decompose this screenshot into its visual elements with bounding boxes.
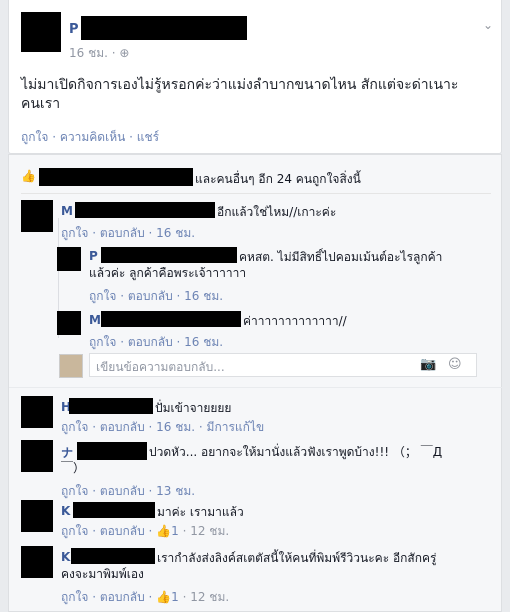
redacted-name xyxy=(101,311,241,327)
avatar[interactable] xyxy=(57,311,81,335)
avatar[interactable] xyxy=(21,396,53,428)
comment-author[interactable]: K xyxy=(61,550,70,564)
comment-actions[interactable]: ถูกใจ · ตอบกลับ · 👍1 · 12 ชม. xyxy=(61,522,229,541)
redacted-name xyxy=(75,202,215,218)
avatar[interactable] xyxy=(21,546,53,578)
comment-text: มาค่ะ เรามาแล้ว xyxy=(157,505,244,519)
avatar[interactable] xyxy=(21,200,53,232)
redacted-name xyxy=(71,548,155,564)
comment-text-continued: แล้วค่ะ ลูกค้าคือพระเจ้าาาาาา xyxy=(89,266,247,280)
comment-author[interactable]: M xyxy=(89,313,101,327)
comment-text: อีกแล้วใช่ไหม//เกาะค่ะ xyxy=(217,205,337,219)
comment-actions[interactable]: ถูกใจ · ตอบกลับ · 👍1 · 12 ชม. xyxy=(61,588,229,607)
comment-author[interactable]: ナ xyxy=(61,444,73,461)
comment-text: ค่าาาาาาาาาาาาา// xyxy=(243,314,347,328)
comments-section: 👍 และคนอื่นๆ อีก 24 คนถูกใจสิ่งนี้ M อีก… xyxy=(8,154,503,612)
redacted-name xyxy=(77,442,147,460)
reply-placeholder: เขียนข้อความตอบกลับ... xyxy=(96,360,225,374)
like-count-icon: 👍 xyxy=(156,590,172,604)
redacted-name xyxy=(101,247,237,263)
comment-text: คหสต. ไม่มีสิทธิ์ไปคอมเม้นต์อะไรลูกค้า xyxy=(239,250,443,264)
redacted-name xyxy=(69,398,153,414)
chevron-down-icon[interactable]: ⌄ xyxy=(483,18,493,32)
reply-input[interactable]: เขียนข้อความตอบกลับ... 📷 ☺ xyxy=(89,353,477,377)
like-thumb-icon: 👍 xyxy=(21,169,36,183)
post-actions[interactable]: ถูกใจ · ความคิดเห็น · แชร์ xyxy=(21,128,159,147)
comment-author[interactable]: M xyxy=(61,204,73,218)
comment-actions[interactable]: ถูกใจ · ตอบกลับ · 16 ชม. · มีการแก้ไข xyxy=(61,418,264,437)
avatar[interactable] xyxy=(21,440,53,472)
comment-text: ปั่มเข้าจายยยย xyxy=(155,401,232,415)
comment-actions[interactable]: ถูกใจ · ตอบกลับ · 16 ชม. xyxy=(89,287,223,306)
divider xyxy=(9,387,503,388)
avatar[interactable] xyxy=(21,500,53,532)
post-author-avatar[interactable] xyxy=(21,12,61,52)
comment-actions[interactable]: ถูกใจ · ตอบกลับ · 16 ชม. xyxy=(61,224,195,243)
comment-text-continued: คงจะมาพิมพ์เอง xyxy=(61,567,144,581)
emoji-icon[interactable]: ☺ xyxy=(448,357,462,372)
redacted-name xyxy=(81,16,247,40)
comment-author[interactable]: K xyxy=(61,504,70,518)
post-author-name[interactable]: P xyxy=(69,22,79,37)
avatar[interactable] xyxy=(57,247,81,271)
post-card: P 16 ชม. · ⊕ ⌄ ไม่มาเปิดกิจการเองไม่รู้ห… xyxy=(8,0,502,154)
comment-text: เรากำลังส่งลิงค์สเตตัสนี้ให้คนที่พิมพ์รี… xyxy=(157,551,437,565)
post-timestamp[interactable]: 16 ชม. · ⊕ xyxy=(69,44,129,63)
likes-summary[interactable]: 👍 และคนอื่นๆ อีก 24 คนถูกใจสิ่งนี้ xyxy=(21,167,491,187)
redacted-name xyxy=(39,168,193,186)
post-body: ไม่มาเปิดกิจการเองไม่รู้หรอกค่ะว่าแม่งลำ… xyxy=(21,77,459,112)
comment-actions[interactable]: ถูกใจ · ตอบกลับ · 13 ชม. xyxy=(61,482,195,501)
like-count-icon: 👍 xyxy=(156,524,172,538)
comment-actions[interactable]: ถูกใจ · ตอบกลับ · 16 ชม. xyxy=(89,333,223,352)
comment-text: ปวดหัว... อยากจะให้มานั่งแล้วฟังเราพูดบ้… xyxy=(149,445,443,459)
camera-icon[interactable]: 📷 xyxy=(420,357,436,372)
comment-text-continued: ￣） xyxy=(61,461,86,475)
viewer-avatar xyxy=(59,354,83,378)
divider xyxy=(21,193,491,194)
comment-author[interactable]: P xyxy=(89,249,98,263)
redacted-name xyxy=(73,502,155,518)
globe-icon: ⊕ xyxy=(119,46,130,60)
